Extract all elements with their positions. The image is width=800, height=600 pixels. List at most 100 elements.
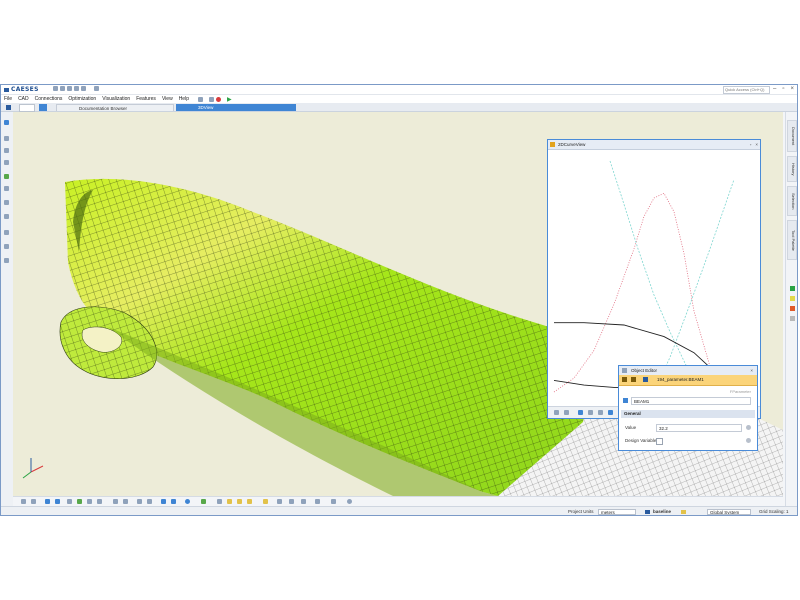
menu-help[interactable]: Help <box>176 96 192 102</box>
new-file-icon[interactable] <box>53 86 58 91</box>
color-swatch-yellow[interactable] <box>790 296 795 301</box>
lock-icon[interactable] <box>201 499 206 504</box>
color-swatch-orange[interactable] <box>790 306 795 311</box>
design-variable-checkbox[interactable] <box>656 438 663 445</box>
reset-icon[interactable] <box>277 499 282 504</box>
solid-icon[interactable] <box>4 186 9 191</box>
menu-visualization[interactable]: Visualization <box>99 96 133 102</box>
select-icon[interactable] <box>4 120 9 125</box>
back-icon[interactable] <box>622 377 627 382</box>
target-icon[interactable] <box>217 499 222 504</box>
shade-icon[interactable] <box>77 499 82 504</box>
camera-icon[interactable] <box>137 499 142 504</box>
stop-icon[interactable] <box>197 96 203 102</box>
copy-view-icon[interactable] <box>289 499 294 504</box>
menu-file[interactable]: File <box>1 96 15 102</box>
clip-icon[interactable] <box>123 499 128 504</box>
baseline-label[interactable]: baseline <box>653 509 671 514</box>
editor-close-button[interactable]: × <box>750 366 753 375</box>
menu-features[interactable]: Features <box>133 96 159 102</box>
frame-toggle-icon[interactable] <box>564 410 569 415</box>
menu-optimization[interactable]: Optimization <box>65 96 99 102</box>
layout-dropdown[interactable] <box>19 104 35 112</box>
menu-cad[interactable]: CAD <box>15 96 32 102</box>
wireframe-icon[interactable] <box>87 499 92 504</box>
zoom-box-icon[interactable] <box>171 499 176 504</box>
viewport-toolbar <box>13 496 783 506</box>
title-bar: CAESES Quick Access (Ctrl+Q) – ▫ × <box>1 85 797 95</box>
minimize-button[interactable]: – <box>773 85 776 93</box>
folder-icon[interactable] <box>263 499 268 504</box>
measure-icon[interactable] <box>4 230 9 235</box>
grid-toggle-icon[interactable] <box>554 410 559 415</box>
surface-icon[interactable] <box>4 174 9 179</box>
paste-view-icon[interactable] <box>301 499 306 504</box>
open-file-icon[interactable] <box>60 86 65 91</box>
fit-icon[interactable] <box>578 410 583 415</box>
dock-tab-tool-palette[interactable]: Tool Palette <box>787 220 797 260</box>
design-variable-reset-button[interactable] <box>746 438 751 443</box>
record-icon[interactable] <box>215 96 221 102</box>
light-icon[interactable] <box>147 499 152 504</box>
forward-icon[interactable] <box>631 377 636 382</box>
feature-icon[interactable] <box>4 214 9 219</box>
panel-close-button[interactable]: × <box>755 140 758 149</box>
value-reset-button[interactable] <box>746 425 751 430</box>
curve-icon[interactable] <box>4 160 9 165</box>
color-swatch-green[interactable] <box>790 286 795 291</box>
save-icon[interactable] <box>74 86 79 91</box>
grid-icon[interactable] <box>21 499 26 504</box>
curve-series-1[interactable] <box>609 160 701 393</box>
menu-connections[interactable]: Connections <box>32 96 66 102</box>
coordinate-system-select[interactable]: Global System <box>707 509 751 515</box>
curve-series-0[interactable] <box>553 192 715 393</box>
undo-icon[interactable] <box>94 86 99 91</box>
dock-tab-history[interactable]: History <box>787 156 797 182</box>
print-icon[interactable] <box>315 499 320 504</box>
object-name-field[interactable]: BEAM1 <box>631 397 751 405</box>
section-icon[interactable] <box>113 499 118 504</box>
project-units-select[interactable]: meters <box>598 509 636 515</box>
view-top-icon[interactable] <box>67 499 72 504</box>
value-field[interactable]: 32.2 <box>656 424 742 432</box>
curve-series-2[interactable] <box>653 179 735 393</box>
view-side-icon[interactable] <box>55 499 60 504</box>
dock-tab-document[interactable]: Document <box>787 120 797 152</box>
save-as-icon[interactable] <box>81 86 86 91</box>
point-icon[interactable] <box>4 136 9 141</box>
maximize-button[interactable]: ▫ <box>782 85 784 93</box>
table-icon[interactable] <box>331 499 336 504</box>
copy-icon[interactable] <box>208 96 214 102</box>
quick-access-input[interactable]: Quick Access (Ctrl+Q) <box>723 86 770 94</box>
close-button[interactable]: × <box>790 85 794 93</box>
search-icon[interactable] <box>347 499 352 504</box>
pencil-tool-icon[interactable] <box>588 410 593 415</box>
info-icon[interactable] <box>185 499 190 504</box>
settings-icon[interactable] <box>67 86 72 91</box>
run-icon[interactable]: ▶ <box>227 96 232 103</box>
color-swatch-grey[interactable] <box>790 316 795 321</box>
general-section-header[interactable]: General <box>621 410 755 418</box>
tab-3dview[interactable]: 3DView <box>176 104 296 111</box>
view-front-icon[interactable] <box>45 499 50 504</box>
tab-documentation-browser[interactable]: Documentation Browser <box>56 104 174 111</box>
annotate-icon[interactable] <box>237 499 242 504</box>
dock-tab-selection[interactable]: Selection <box>787 186 797 216</box>
view-toggle-icon[interactable] <box>39 104 47 111</box>
menu-view[interactable]: View <box>159 96 176 102</box>
panel-undock-button[interactable]: ▫ <box>750 140 752 149</box>
document-tab-bar: Documentation Browser 3DView <box>1 103 797 112</box>
import-icon[interactable] <box>4 244 9 249</box>
select-tool-icon[interactable] <box>608 410 613 415</box>
workspace-icon[interactable] <box>6 105 11 110</box>
zoom-fit-icon[interactable] <box>161 499 166 504</box>
measure-tool-icon[interactable] <box>227 499 232 504</box>
pen-icon[interactable] <box>4 148 9 153</box>
folder-status-icon[interactable] <box>681 510 686 514</box>
frame-icon[interactable] <box>31 499 36 504</box>
pencil-icon[interactable] <box>97 499 102 504</box>
ruler-icon[interactable] <box>598 410 603 415</box>
export-icon[interactable] <box>4 258 9 263</box>
parameter-icon[interactable] <box>4 200 9 205</box>
dimension-icon[interactable] <box>247 499 252 504</box>
